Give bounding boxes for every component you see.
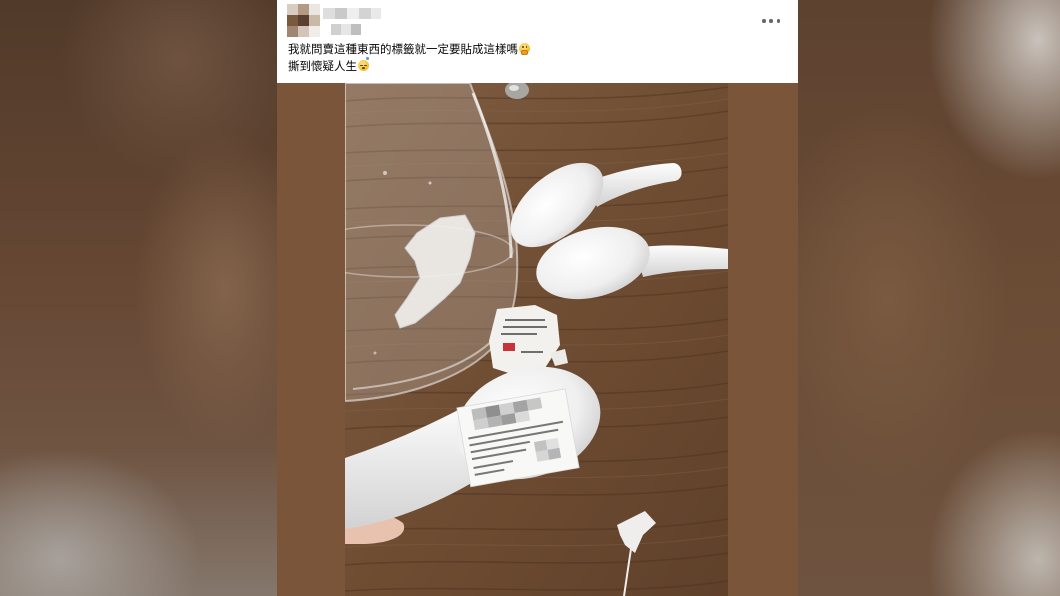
receipt-print xyxy=(503,326,547,328)
avatar-pixel xyxy=(298,15,309,26)
post-text-line-2: 撕到懷疑人生 xyxy=(288,59,357,73)
post-header: 我就問賣這種東西的標籤就一定要貼成這樣嗎 撕到懷疑人生 xyxy=(277,0,798,83)
metal-highlight xyxy=(509,85,519,91)
glass-speck xyxy=(428,181,432,185)
emoji-eye xyxy=(522,46,524,49)
facebook-post-card: 我就問賣這種東西的標籤就一定要貼成這樣嗎 撕到懷疑人生 xyxy=(277,0,798,596)
post-text-line-1: 我就問賣這種東西的標籤就一定要貼成這樣嗎 xyxy=(288,42,518,56)
name-pixel xyxy=(323,8,335,19)
blurred-background-right xyxy=(798,0,1060,596)
avatar-pixel xyxy=(287,26,298,37)
avatar-pixel xyxy=(287,15,298,26)
avatar-pixel xyxy=(287,4,298,15)
blurred-background-left xyxy=(0,0,277,596)
name-pixel xyxy=(335,8,347,19)
emoji-eye xyxy=(525,46,528,49)
photo-scene xyxy=(345,83,728,596)
emoji-snore xyxy=(366,57,369,60)
torn-receipt-piece xyxy=(489,305,568,375)
menu-dot xyxy=(776,19,780,23)
sticker-mosaic xyxy=(547,447,562,460)
post-photo[interactable] xyxy=(345,83,728,596)
emoji-hand xyxy=(521,50,528,55)
glass-speck xyxy=(383,171,387,175)
avatar-pixel xyxy=(309,26,320,37)
receipt-print xyxy=(521,351,543,353)
more-options-icon[interactable] xyxy=(762,17,780,25)
sticker-mosaic xyxy=(533,440,548,452)
author-name[interactable] xyxy=(323,8,383,38)
sleeping-face-emoji xyxy=(358,57,369,71)
photo-frame xyxy=(277,83,798,596)
name-pixel xyxy=(359,8,371,19)
sticker-mosaic xyxy=(545,437,560,450)
name-pixel xyxy=(331,24,341,35)
receipt-red-mark xyxy=(503,343,515,351)
avatar-icon[interactable] xyxy=(287,4,320,37)
emoji-eye xyxy=(360,64,363,66)
menu-dot xyxy=(762,19,766,23)
sticker-mosaic xyxy=(535,449,550,462)
post-text-line: 我就問賣這種東西的標籤就一定要貼成這樣嗎 xyxy=(288,41,788,58)
name-pixel xyxy=(371,8,381,19)
avatar-pixel xyxy=(298,26,309,37)
emoji-mouth xyxy=(362,67,365,69)
name-pixel xyxy=(347,8,359,19)
name-pixel xyxy=(341,24,351,35)
thinking-face-emoji xyxy=(519,43,530,55)
glass-speck xyxy=(373,351,377,355)
avatar-pixel xyxy=(309,15,320,26)
post-text: 我就問賣這種東西的標籤就一定要貼成這樣嗎 撕到懷疑人生 xyxy=(288,41,788,75)
emoji-eye xyxy=(364,64,367,66)
post-text-line: 撕到懷疑人生 xyxy=(288,57,788,75)
receipt-print xyxy=(501,333,537,335)
name-pixel xyxy=(351,24,361,35)
avatar-pixel xyxy=(298,4,309,15)
receipt-print xyxy=(505,319,545,321)
menu-dot xyxy=(769,19,773,23)
avatar-pixel xyxy=(309,4,320,15)
